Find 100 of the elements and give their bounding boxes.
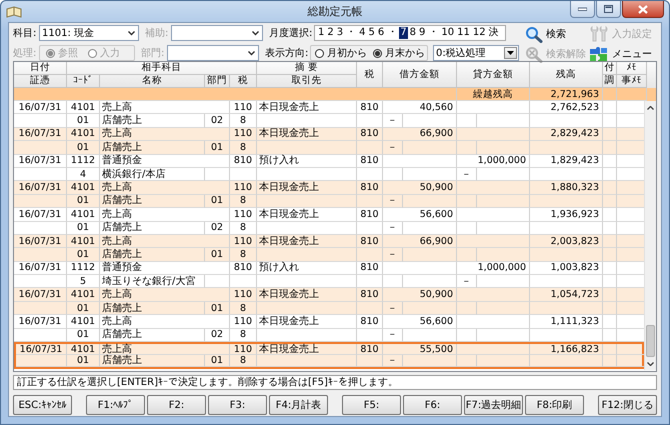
month-tab[interactable]: 10 bbox=[440, 27, 456, 39]
table-cell: 56,600 bbox=[383, 315, 457, 329]
table-cell: 66,900 bbox=[383, 234, 457, 248]
empty-cell bbox=[603, 141, 617, 155]
table-cell: － bbox=[383, 355, 403, 367]
field-label: 処理: bbox=[13, 47, 38, 60]
month-tab[interactable]: 3 bbox=[336, 27, 344, 39]
empty-cell bbox=[14, 248, 67, 262]
table-cell: 50,900 bbox=[383, 288, 457, 302]
empty-cell bbox=[603, 262, 617, 276]
table-cell: 01 bbox=[67, 302, 100, 316]
month-tab[interactable]: 8 bbox=[408, 27, 417, 39]
empty-cell bbox=[477, 248, 530, 262]
function-key-button[interactable]: F12:閉じる bbox=[598, 395, 657, 415]
month-tab[interactable]: 4 bbox=[358, 27, 366, 39]
empty-cell bbox=[457, 355, 477, 367]
empty-cell bbox=[603, 181, 617, 195]
scrollbar[interactable] bbox=[644, 101, 656, 370]
tax-mode-dropdown[interactable]: 0:税込処理 bbox=[433, 45, 519, 61]
function-key-button[interactable]: F6: bbox=[403, 395, 462, 415]
field-label: 月度選択: bbox=[269, 26, 314, 40]
empty-cell bbox=[603, 302, 617, 316]
radio-button[interactable] bbox=[315, 48, 324, 58]
ledger-entry[interactable]: 16/07/31 4101 売上高 110 本日現金売上 810 66,900 2,829,423 01 店舗売上 01 8 － bbox=[14, 128, 644, 155]
function-key-button[interactable]: F7:過去明細 bbox=[464, 395, 523, 415]
month-tab[interactable]: 6 bbox=[376, 27, 386, 39]
radio-button[interactable] bbox=[373, 48, 382, 58]
radio-label[interactable]: 月初から bbox=[327, 46, 367, 60]
table-cell: 16/07/31 bbox=[14, 181, 67, 195]
month-tab[interactable]: 9 bbox=[418, 27, 426, 39]
maximize-icon bbox=[604, 5, 613, 13]
toolbar-button[interactable]: メニュー bbox=[589, 45, 657, 63]
wrench-icon bbox=[589, 26, 609, 42]
table-cell: 店舗売上 bbox=[100, 355, 205, 367]
function-key-button[interactable]: F4:月計表 bbox=[269, 395, 328, 415]
scroll-up-icon[interactable] bbox=[647, 106, 654, 110]
table-cell: 01 bbox=[67, 248, 100, 262]
ledger-entry[interactable]: 16/07/31 4101 売上高 110 本日現金売上 810 50,900 1,054,723 01 店舗売上 01 8 － bbox=[14, 288, 644, 316]
table-cell: 売上高 bbox=[100, 344, 230, 356]
month-tab[interactable]: 5 bbox=[368, 27, 376, 39]
function-key-button[interactable]: F1:ﾍﾙﾌﾟ bbox=[86, 395, 145, 415]
table-cell: 4101 bbox=[67, 101, 100, 114]
close-button[interactable] bbox=[622, 1, 664, 18]
function-key-button[interactable]: F3: bbox=[208, 395, 267, 415]
table-cell: － bbox=[383, 248, 403, 262]
month-tab[interactable]: 決 bbox=[488, 27, 500, 39]
ledger-entry[interactable]: 16/07/31 4101 売上高 110 本日現金売上 810 50,900 1,880,323 01 店舗売上 01 8 － bbox=[14, 181, 644, 208]
table-cell: 16/07/31 bbox=[16, 344, 67, 356]
table-cell: 1,111,323 bbox=[530, 315, 603, 329]
table-cell: 1,054,723 bbox=[530, 288, 603, 302]
app-icon bbox=[6, 6, 22, 18]
table-cell: 810 bbox=[357, 234, 383, 248]
column-header: 相手科目 bbox=[67, 62, 257, 75]
month-tab[interactable]: 11 bbox=[456, 27, 471, 39]
scroll-down-icon[interactable] bbox=[647, 362, 654, 366]
month-tab[interactable]: 1 bbox=[317, 27, 326, 39]
table-cell: 810 bbox=[357, 128, 383, 142]
radio-group[interactable]: 月初から 月末から bbox=[310, 45, 428, 61]
table-cell: 1112 bbox=[67, 262, 100, 276]
table-cell: 110 bbox=[230, 128, 257, 142]
radio-label[interactable]: 月末から bbox=[385, 46, 425, 60]
ledger-entry[interactable]: 16/07/31 4101 売上高 110 本日現金売上 810 66,900 2,003,823 01 店舗売上 01 8 － bbox=[14, 234, 644, 262]
scroll-thumb[interactable] bbox=[646, 325, 655, 357]
column-header: 付 bbox=[603, 62, 617, 75]
table-cell: 01 bbox=[205, 355, 230, 367]
month-tab[interactable]: 2 bbox=[326, 27, 335, 39]
table-cell: 01 bbox=[205, 302, 230, 316]
table-cell: 4101 bbox=[67, 315, 100, 329]
table-cell: 4101 bbox=[67, 234, 100, 248]
month-tab[interactable]: 12 bbox=[472, 27, 487, 39]
toolbar-button[interactable]: 検索 bbox=[525, 25, 589, 43]
month-tab[interactable]: 7 bbox=[399, 27, 408, 39]
empty-cell bbox=[357, 194, 383, 208]
table-cell: 本日現金売上 bbox=[257, 344, 357, 356]
table-cell: 8 bbox=[230, 194, 257, 208]
table-cell: 繰越残高 bbox=[457, 88, 530, 101]
table-cell: 110 bbox=[230, 208, 257, 222]
column-header: 日付 bbox=[14, 62, 67, 75]
function-key-button[interactable]: F5: bbox=[342, 395, 401, 415]
sub-account-dropdown[interactable] bbox=[171, 25, 263, 41]
column-header: ﾒﾓ bbox=[617, 62, 647, 75]
table-cell: 01 bbox=[205, 248, 230, 262]
empty-cell bbox=[603, 234, 617, 248]
minimize-button[interactable] bbox=[570, 1, 595, 18]
table-cell: 16/07/31 bbox=[14, 262, 67, 276]
maximize-button[interactable] bbox=[596, 1, 621, 18]
table-cell: 本日現金売上 bbox=[257, 315, 357, 329]
function-key-button[interactable]: ESC:ｷｬﾝｾﾙ bbox=[13, 395, 72, 415]
account-dropdown[interactable]: 1101: 現金 bbox=[39, 25, 139, 41]
column-header: 摘 要 bbox=[257, 62, 357, 75]
ledger-entry[interactable]: 16/07/31 4101 売上高 110 本日現金売上 810 55,500 1,166,823 01 店舗売上 01 8 － bbox=[14, 342, 644, 369]
table-cell: 8 bbox=[230, 141, 257, 155]
function-key-button[interactable]: F2: bbox=[147, 395, 206, 415]
table-cell: 16/07/31 bbox=[14, 315, 67, 329]
function-key-button[interactable]: F8:印刷 bbox=[525, 395, 584, 415]
table-cell: 4101 bbox=[67, 344, 100, 356]
table-cell: 普通預金 bbox=[100, 154, 230, 168]
table-cell: 16/07/31 bbox=[14, 154, 67, 168]
department-dropdown[interactable] bbox=[167, 45, 259, 61]
table-cell: 110 bbox=[230, 101, 257, 114]
